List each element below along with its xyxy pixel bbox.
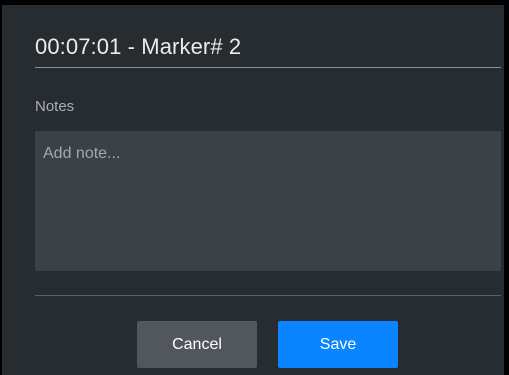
notes-label: Notes	[35, 98, 75, 115]
marker-dialog: 00:07:01 - Marker# 2 Notes Cancel Save	[0, 0, 509, 375]
marker-title: 00:07:01 - Marker# 2	[35, 34, 242, 59]
note-input[interactable]	[35, 131, 501, 271]
cancel-button[interactable]: Cancel	[137, 321, 257, 368]
save-button[interactable]: Save	[278, 321, 398, 368]
title-divider	[35, 67, 501, 68]
footer-divider	[35, 295, 501, 296]
